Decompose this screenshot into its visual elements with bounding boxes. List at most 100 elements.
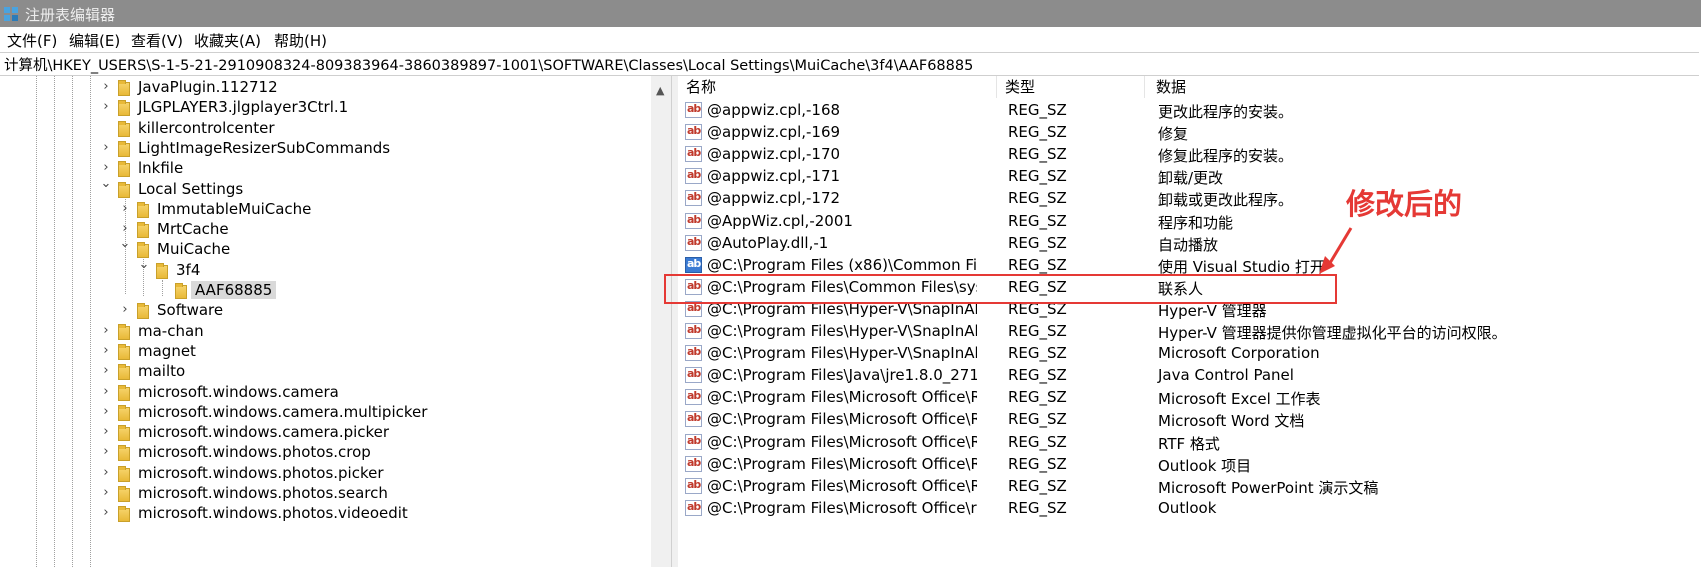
- chevron-right-icon[interactable]: ›: [117, 201, 133, 217]
- value-row[interactable]: ab @C:\Program Files\Microsoft Office\R..…: [678, 453, 1701, 477]
- chevron-right-icon[interactable]: ›: [98, 404, 114, 420]
- string-value-glyph: ab: [687, 455, 701, 469]
- value-name: @appwiz.cpl,-168: [707, 101, 841, 119]
- tree-node-label[interactable]: ImmutableMuiCache: [157, 200, 311, 218]
- tree-node-label[interactable]: AAF68885: [191, 281, 277, 299]
- tree-node-label[interactable]: lnkfile: [138, 159, 183, 177]
- chevron-right-icon[interactable]: ›: [98, 505, 114, 521]
- tree-node-label[interactable]: microsoft.windows.photos.videoedit: [138, 504, 408, 522]
- value-row[interactable]: ab @AutoPlay.dll,-1 REG_SZ 自动播放: [678, 232, 1701, 256]
- tree-node[interactable]: › microsoft.windows.camera: [0, 382, 650, 404]
- tree-node[interactable]: › JavaPlugin.112712: [0, 77, 650, 99]
- chevron-down-icon[interactable]: ⌄: [136, 257, 152, 273]
- chevron-right-icon[interactable]: ›: [98, 424, 114, 440]
- chevron-right-icon[interactable]: ›: [98, 99, 114, 115]
- tree-node-label[interactable]: MrtCache: [157, 220, 229, 238]
- value-row[interactable]: ab @C:\Program Files\Microsoft Office\R..…: [678, 408, 1701, 432]
- tree-node-label[interactable]: Software: [157, 301, 223, 319]
- chevron-right-icon[interactable]: ›: [98, 384, 114, 400]
- pane-splitter[interactable]: [671, 76, 678, 567]
- chevron-right-icon[interactable]: ›: [98, 79, 114, 95]
- tree-node[interactable]: killercontrolcenter: [0, 118, 650, 140]
- value-row[interactable]: ab @C:\Program Files\Microsoft Office\ro.…: [678, 497, 1701, 521]
- tree-node[interactable]: ⌄ 3f4: [0, 257, 650, 282]
- string-value-icon: ab: [685, 168, 702, 185]
- column-divider[interactable]: [996, 76, 997, 98]
- tree-node-label[interactable]: JLGPLAYER3.jlgplayer3Ctrl.1: [138, 98, 348, 116]
- value-row[interactable]: ab @appwiz.cpl,-168 REG_SZ 更改此程序的安装。: [678, 99, 1701, 123]
- tree-node[interactable]: › microsoft.windows.photos.crop: [0, 442, 650, 464]
- value-row[interactable]: ab @appwiz.cpl,-170 REG_SZ 修复此程序的安装。: [678, 143, 1701, 167]
- value-row[interactable]: ab @C:\Program Files\Hyper-V\SnapInAb... R…: [678, 342, 1701, 366]
- tree-node[interactable]: › JLGPLAYER3.jlgplayer3Ctrl.1: [0, 97, 650, 119]
- key-tree[interactable]: › JavaPlugin.112712 › JLGPLAYER3.jlgplayer3…: [0, 76, 671, 567]
- menu-item[interactable]: 收藏夹(A): [194, 30, 261, 51]
- value-row[interactable]: ab @C:\Program Files\Java\jre1.8.0_271\b.…: [678, 364, 1701, 388]
- value-row[interactable]: ab @AppWiz.cpl,-2001 REG_SZ 程序和功能: [678, 210, 1701, 234]
- value-row[interactable]: ab @appwiz.cpl,-171 REG_SZ 卸载/更改: [678, 165, 1701, 189]
- menu-item[interactable]: 编辑(E): [69, 30, 120, 51]
- column-header-name[interactable]: 名称: [686, 76, 716, 98]
- tree-node-label[interactable]: ma-chan: [138, 322, 204, 340]
- tree-scrollbar[interactable]: ▲: [651, 76, 671, 567]
- value-data: 卸载/更改: [1158, 169, 1224, 188]
- chevron-down-icon[interactable]: ⌄: [117, 236, 133, 252]
- tree-node-label[interactable]: 3f4: [176, 261, 200, 279]
- tree-node-label[interactable]: killercontrolcenter: [138, 119, 275, 137]
- menu-item[interactable]: 文件(F): [7, 30, 57, 51]
- value-row[interactable]: ab @appwiz.cpl,-172 REG_SZ 卸载或更改此程序。: [678, 187, 1701, 211]
- chevron-right-icon[interactable]: ›: [98, 160, 114, 176]
- chevron-right-icon[interactable]: ›: [117, 302, 133, 318]
- chevron-down-icon[interactable]: ⌄: [98, 176, 114, 192]
- tree-node[interactable]: › microsoft.windows.photos.videoedit: [0, 503, 650, 525]
- menu-item[interactable]: 帮助(H): [274, 30, 327, 51]
- tree-node-label[interactable]: microsoft.windows.camera.picker: [138, 423, 389, 441]
- value-row[interactable]: ab @appwiz.cpl,-169 REG_SZ 修复: [678, 121, 1701, 145]
- chevron-right-icon[interactable]: ›: [117, 221, 133, 237]
- chevron-right-icon[interactable]: ›: [98, 323, 114, 339]
- tree-node[interactable]: › LightImageResizerSubCommands: [0, 138, 650, 160]
- tree-node[interactable]: ⌄ Local Settings: [0, 176, 650, 201]
- column-header-data[interactable]: 数据: [1156, 76, 1186, 98]
- scroll-up-icon[interactable]: ▲: [656, 84, 664, 97]
- tree-node[interactable]: › magnet: [0, 341, 650, 363]
- chevron-right-icon[interactable]: ›: [98, 363, 114, 379]
- tree-node-label[interactable]: magnet: [138, 342, 196, 360]
- value-list[interactable]: 名称 类型 数据 ab @appwiz.cpl,-168 REG_SZ 更改此程序的安…: [678, 76, 1701, 567]
- tree-node[interactable]: › Software: [0, 300, 650, 322]
- value-row[interactable]: ab @C:\Program Files\Microsoft Office\R..…: [678, 431, 1701, 455]
- chevron-right-icon[interactable]: ›: [98, 444, 114, 460]
- value-row[interactable]: ab @C:\Program Files\Hyper-V\SnapInAb... R…: [678, 320, 1701, 344]
- tree-node[interactable]: › mailto: [0, 361, 650, 383]
- chevron-right-icon[interactable]: ›: [98, 140, 114, 156]
- tree-node[interactable]: › MrtCache: [0, 219, 650, 241]
- tree-node-label[interactable]: MuiCache: [157, 240, 230, 258]
- tree-node[interactable]: › ma-chan: [0, 321, 650, 343]
- column-header-type[interactable]: 类型: [1005, 76, 1035, 98]
- tree-node-label[interactable]: LightImageResizerSubCommands: [138, 139, 390, 157]
- tree-node[interactable]: › microsoft.windows.camera.picker: [0, 422, 650, 444]
- tree-node[interactable]: ⌄ MuiCache: [0, 236, 650, 261]
- tree-node[interactable]: AAF68885: [0, 280, 650, 302]
- tree-node[interactable]: › microsoft.windows.photos.search: [0, 483, 650, 505]
- tree-node-label[interactable]: microsoft.windows.camera.multipicker: [138, 403, 427, 421]
- tree-node-label[interactable]: mailto: [138, 362, 185, 380]
- tree-node-label[interactable]: microsoft.windows.photos.search: [138, 484, 388, 502]
- menu-item[interactable]: 查看(V): [131, 30, 183, 51]
- tree-node[interactable]: › ImmutableMuiCache: [0, 199, 650, 221]
- tree-node-label[interactable]: microsoft.windows.photos.picker: [138, 464, 384, 482]
- tree-node-label[interactable]: microsoft.windows.photos.crop: [138, 443, 371, 461]
- address-bar[interactable]: 计算机\HKEY_USERS\S-1-5-21-2910908324-80938…: [0, 52, 1699, 76]
- address-path[interactable]: 计算机\HKEY_USERS\S-1-5-21-2910908324-80938…: [4, 54, 973, 75]
- value-row[interactable]: ab @C:\Program Files\Microsoft Office\R..…: [678, 475, 1701, 499]
- value-row[interactable]: ab @C:\Program Files\Microsoft Office\R..…: [678, 386, 1701, 410]
- tree-node-label[interactable]: microsoft.windows.camera: [138, 383, 339, 401]
- tree-node[interactable]: › microsoft.windows.camera.multipicker: [0, 402, 650, 424]
- tree-node-label[interactable]: JavaPlugin.112712: [138, 78, 278, 96]
- chevron-right-icon[interactable]: ›: [98, 465, 114, 481]
- chevron-right-icon[interactable]: ›: [98, 485, 114, 501]
- tree-node-label[interactable]: Local Settings: [138, 180, 243, 198]
- chevron-right-icon[interactable]: ›: [98, 343, 114, 359]
- column-divider[interactable]: [1144, 76, 1145, 98]
- tree-node[interactable]: › microsoft.windows.photos.picker: [0, 463, 650, 485]
